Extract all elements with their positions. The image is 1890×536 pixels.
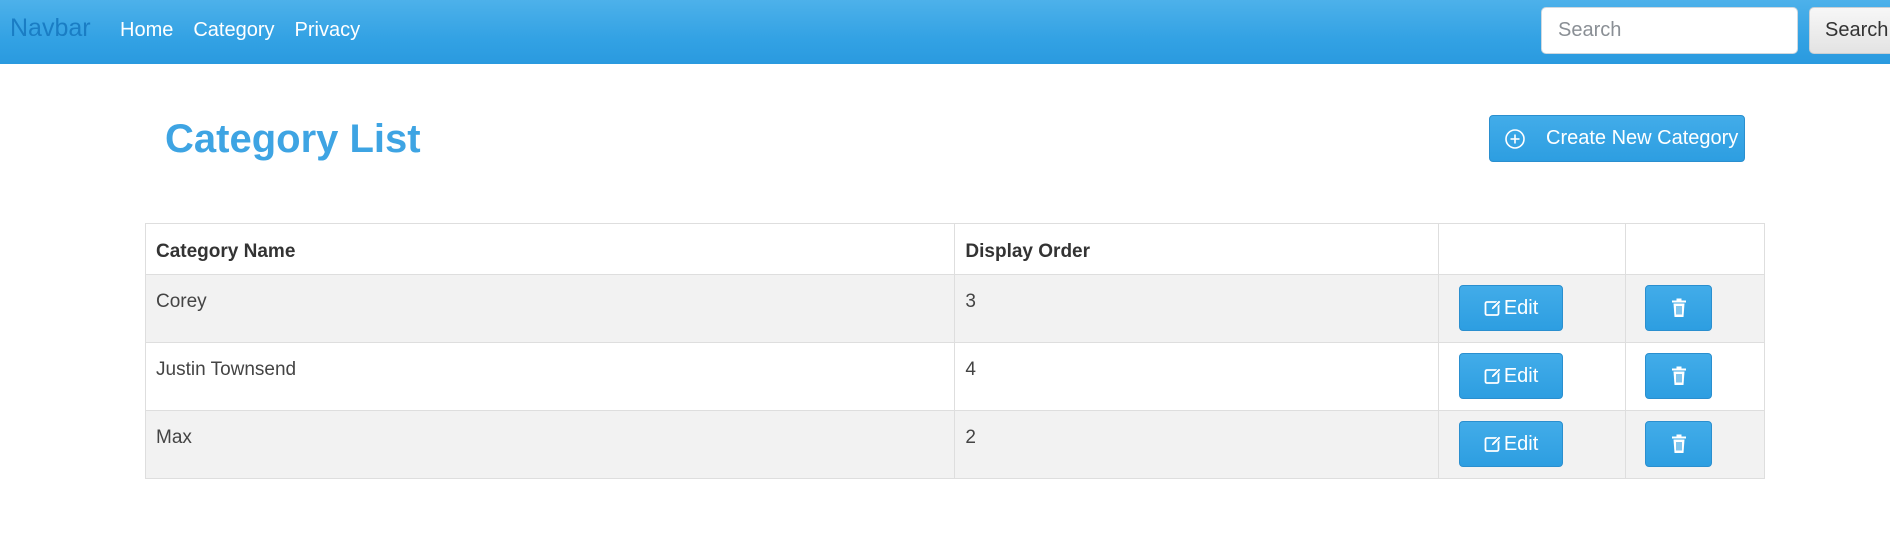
nav-link-category[interactable]: Category <box>193 19 274 42</box>
trash-icon <box>1671 434 1686 453</box>
navbar-brand[interactable]: Navbar <box>10 14 91 43</box>
cell-edit: Edit <box>1438 342 1627 411</box>
pencil-square-icon <box>1484 367 1502 384</box>
create-button-label: Create New Category <box>1546 127 1739 149</box>
cell-delete <box>1625 342 1765 411</box>
cell-category-name: Max <box>144 410 956 479</box>
create-new-category-button[interactable]: Create New Category <box>1489 115 1745 162</box>
trash-icon <box>1671 366 1686 385</box>
column-header-delete <box>1625 223 1765 275</box>
cell-delete <box>1625 410 1765 479</box>
delete-button[interactable] <box>1645 285 1713 331</box>
pencil-square-icon <box>1484 299 1502 316</box>
search-input[interactable] <box>1541 7 1798 54</box>
edit-button[interactable]: Edit <box>1459 353 1564 399</box>
cell-display-order: 4 <box>954 342 1440 411</box>
plus-circle-icon <box>1504 128 1526 150</box>
page-title: Category List <box>165 117 421 161</box>
nav-links: Home Category Privacy <box>120 19 360 42</box>
table-header-row: Category Name Display Order <box>144 223 1765 275</box>
cell-category-name: Corey <box>144 274 956 343</box>
category-table: Category Name Display Order Corey 3 Edit <box>144 223 1765 479</box>
delete-button[interactable] <box>1645 421 1713 467</box>
search-button[interactable]: Search <box>1809 7 1890 54</box>
cell-category-name: Justin Townsend <box>144 342 956 411</box>
edit-button[interactable]: Edit <box>1459 421 1564 467</box>
edit-button-label: Edit <box>1503 432 1539 455</box>
edit-button-label: Edit <box>1503 296 1539 319</box>
edit-button-label: Edit <box>1503 364 1539 387</box>
table-row: Corey 3 Edit <box>144 274 1765 343</box>
column-header-display-order: Display Order <box>954 223 1440 275</box>
navbar: Navbar Home Category Privacy Search <box>0 0 1890 64</box>
pencil-square-icon <box>1484 435 1502 452</box>
cell-edit: Edit <box>1438 274 1627 343</box>
cell-delete <box>1625 274 1765 343</box>
table-row: Justin Townsend 4 Edit <box>144 342 1765 411</box>
delete-button[interactable] <box>1645 353 1713 399</box>
table-row: Max 2 Edit <box>144 410 1765 479</box>
cell-display-order: 2 <box>954 410 1440 479</box>
cell-display-order: 3 <box>954 274 1440 343</box>
nav-link-privacy[interactable]: Privacy <box>295 19 361 42</box>
cell-edit: Edit <box>1438 410 1627 479</box>
trash-icon <box>1671 298 1686 317</box>
edit-button[interactable]: Edit <box>1459 285 1564 331</box>
nav-link-home[interactable]: Home <box>120 19 173 42</box>
column-header-edit <box>1438 223 1627 275</box>
column-header-category-name: Category Name <box>144 223 956 275</box>
